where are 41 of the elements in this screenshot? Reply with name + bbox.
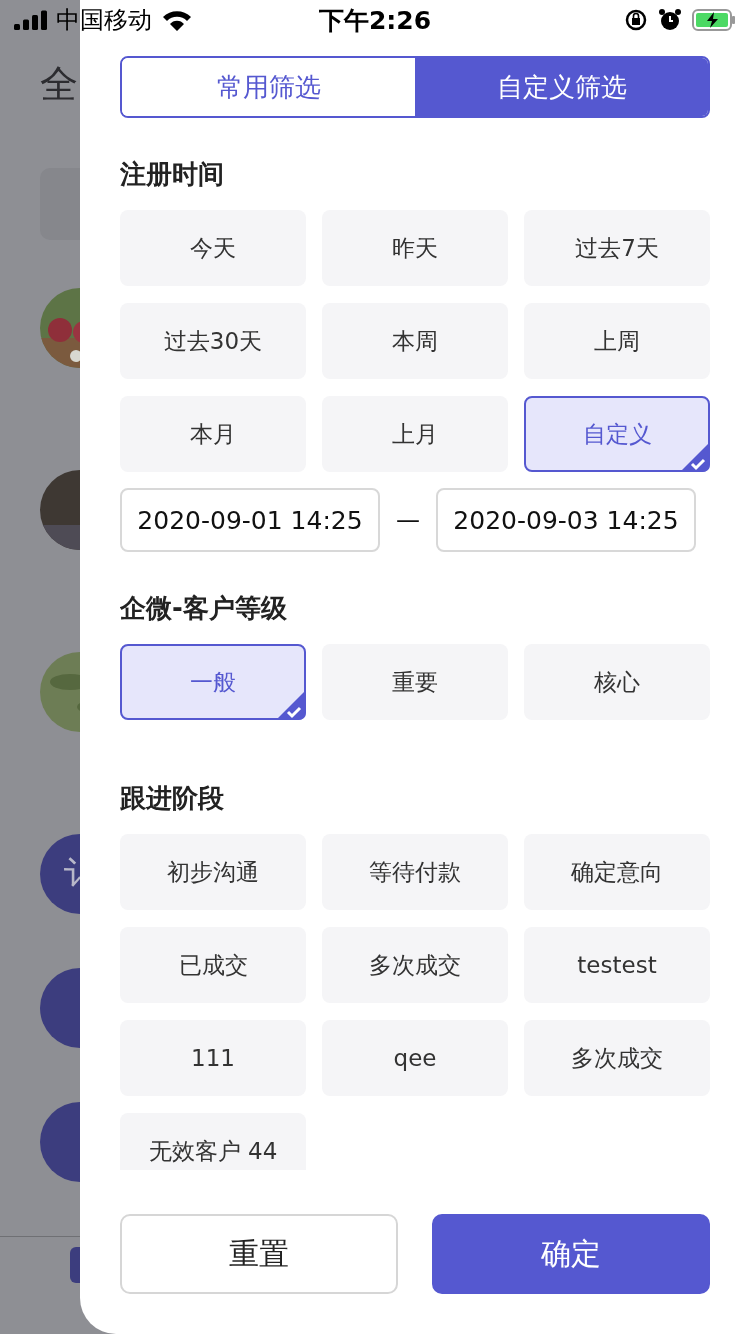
option-chip[interactable]: 过去7天 — [524, 210, 710, 286]
option-chip[interactable]: 已成交 — [120, 927, 306, 1003]
option-chip[interactable]: qee — [322, 1020, 508, 1096]
option-chip[interactable]: testest — [524, 927, 710, 1003]
battery-icon — [692, 9, 736, 31]
rotation-lock-icon — [624, 8, 648, 32]
option-chip[interactable]: 本月 — [120, 396, 306, 472]
option-chip[interactable]: 本周 — [322, 303, 508, 379]
page-title: 全 — [40, 62, 79, 106]
signal-icon — [14, 10, 48, 30]
option-chip[interactable]: 多次成交 — [322, 927, 508, 1003]
option-chip[interactable]: 过去30天 — [120, 303, 306, 379]
check-icon — [276, 690, 306, 720]
option-chip[interactable]: 无效客户 44 — [120, 1113, 306, 1170]
filter-tab[interactable]: 自定义筛选 — [415, 58, 708, 116]
option-chip[interactable]: 一般 — [120, 644, 306, 720]
check-icon — [680, 442, 710, 472]
range-separator: — — [395, 506, 421, 534]
option-chip[interactable]: 等待付款 — [322, 834, 508, 910]
section-title: 企微-客户等级 — [120, 592, 288, 624]
section-title: 注册时间 — [120, 158, 225, 190]
option-chip[interactable]: 自定义 — [524, 396, 710, 472]
status-time: 下午2:26 — [318, 4, 432, 37]
end-date-field[interactable]: 2020-09-03 14:25 — [436, 488, 696, 552]
carrier-name: 中国移动 — [56, 5, 152, 36]
option-chip[interactable]: 核心 — [524, 644, 710, 720]
option-chip[interactable]: 上周 — [524, 303, 710, 379]
reset-button[interactable]: 重置 — [120, 1214, 398, 1294]
alarm-icon — [658, 8, 682, 32]
option-chip[interactable]: 确定意向 — [524, 834, 710, 910]
option-chip[interactable]: 111 — [120, 1020, 306, 1096]
section-title: 跟进阶段 — [120, 782, 225, 814]
option-chip[interactable]: 今天 — [120, 210, 306, 286]
option-chip[interactable]: 上月 — [322, 396, 508, 472]
wifi-icon — [162, 9, 192, 31]
start-date-field[interactable]: 2020-09-01 14:25 — [120, 488, 380, 552]
option-chip[interactable]: 昨天 — [322, 210, 508, 286]
option-chip[interactable]: 初步沟通 — [120, 834, 306, 910]
option-chip[interactable]: 多次成交 — [524, 1020, 710, 1096]
option-chip[interactable]: 重要 — [322, 644, 508, 720]
confirm-button[interactable]: 确定 — [432, 1214, 710, 1294]
